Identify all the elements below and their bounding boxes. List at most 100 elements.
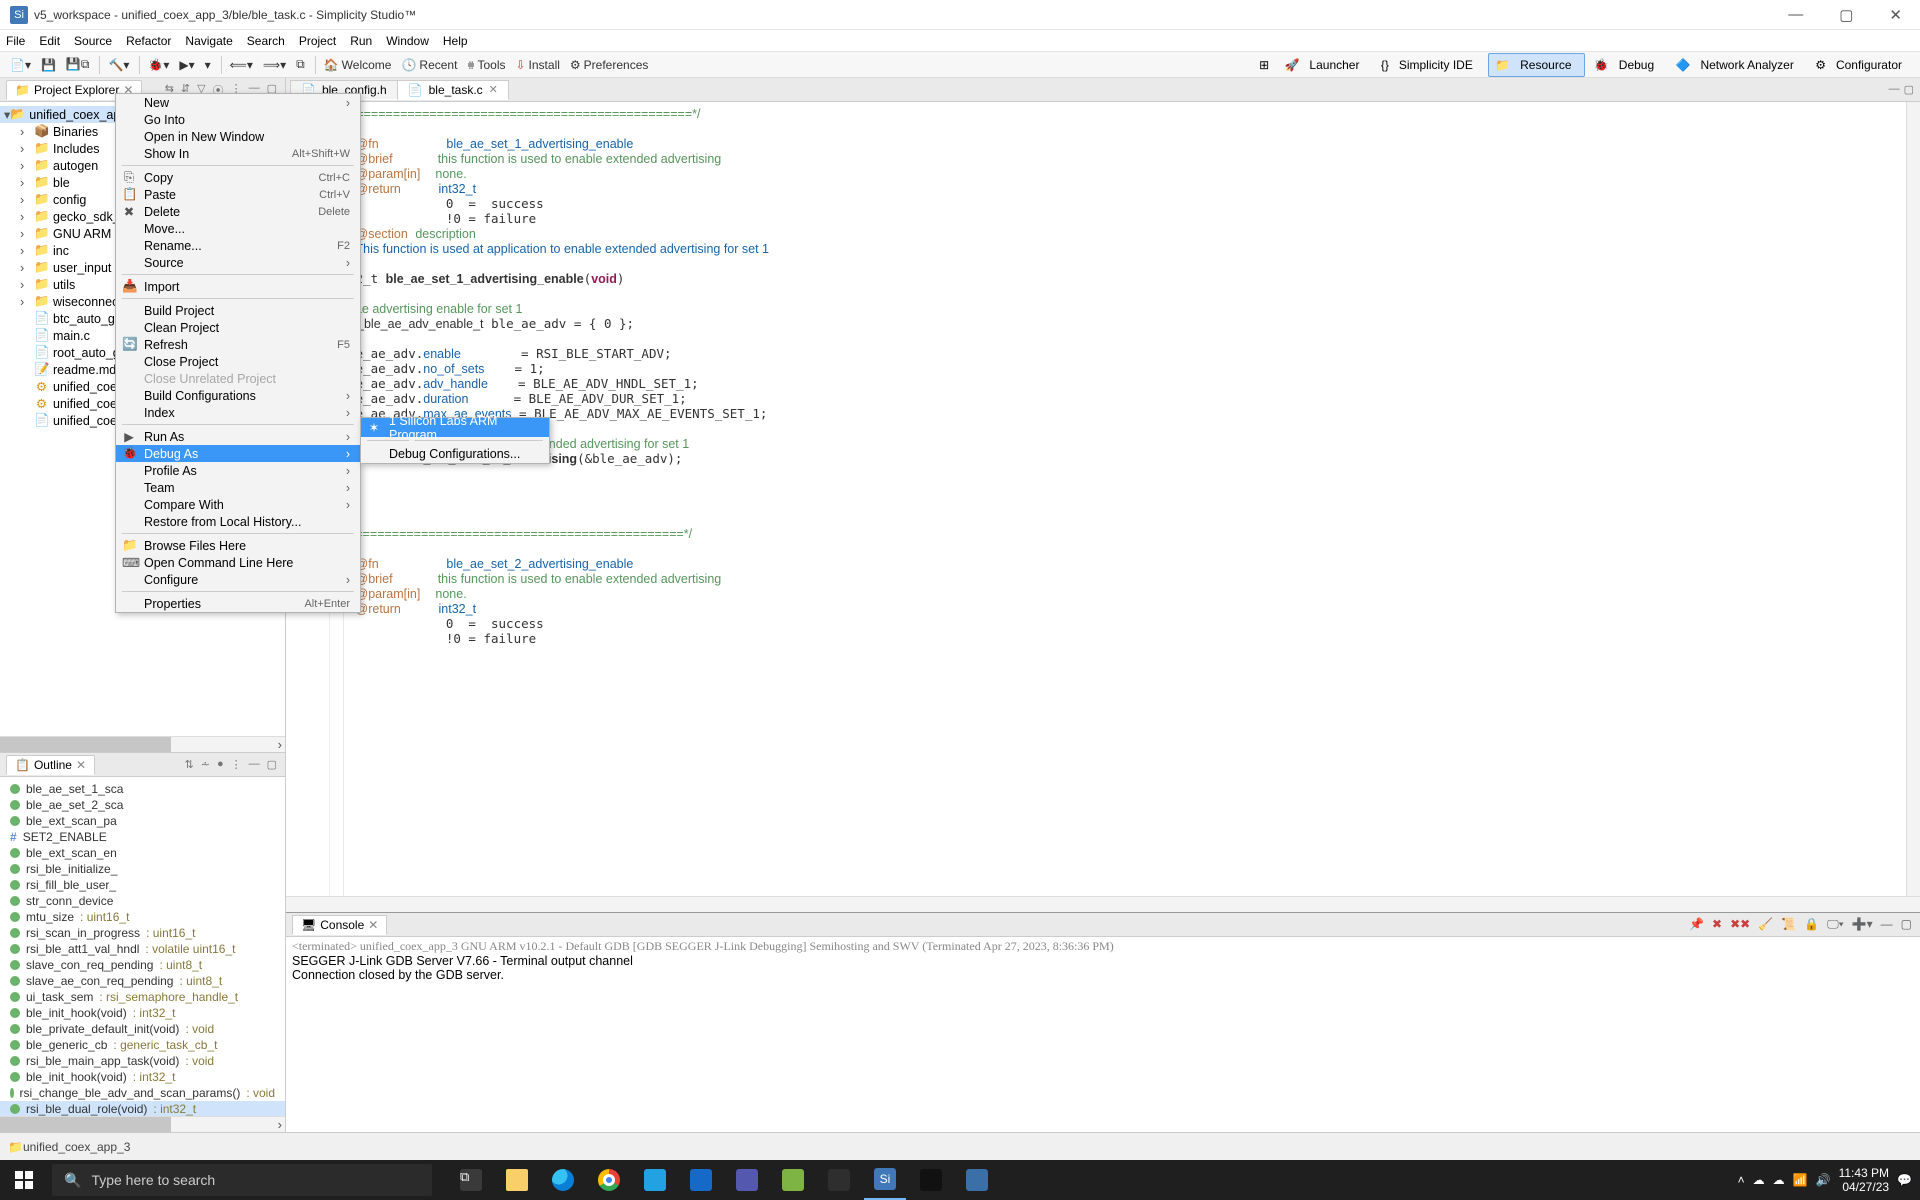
tray-chevron-icon[interactable]: ˄ — [1738, 1173, 1745, 1187]
menu-navigate[interactable]: Navigate — [185, 34, 232, 48]
outline-item[interactable]: #SET2_ENABLE — [0, 829, 285, 845]
ctx-properties[interactable]: PropertiesAlt+Enter — [116, 595, 360, 612]
tb-prefs[interactable]: ⚙Preferences — [566, 56, 652, 74]
outline-hide-icon[interactable]: ● — [215, 758, 226, 771]
tb-new[interactable]: 📄▾ — [6, 56, 35, 74]
menu-help[interactable]: Help — [443, 34, 468, 48]
tb-tools[interactable]: ⩷Tools — [463, 55, 509, 74]
outline-hscroll[interactable]: › — [0, 1116, 285, 1132]
tb-build[interactable]: 🔨▾ — [104, 56, 133, 74]
taskbar-app4[interactable] — [956, 1160, 998, 1200]
minimap-bar[interactable] — [1906, 102, 1920, 896]
ctx-compare-with[interactable]: Compare With› — [116, 496, 360, 513]
taskbar-app2[interactable] — [818, 1160, 860, 1200]
tb-back[interactable]: ⟸▾ — [226, 56, 257, 74]
persp-debug[interactable]: 🐞Debug — [1588, 54, 1666, 76]
taskbar-explorer[interactable] — [496, 1160, 538, 1200]
start-button[interactable] — [0, 1160, 48, 1200]
tab-ble-task[interactable]: 📄 ble_task.c ✕ — [397, 80, 509, 100]
persp-launcher[interactable]: 🚀Launcher — [1278, 54, 1371, 76]
outline-item[interactable]: slave_ae_con_req_pending: uint8_t — [0, 973, 285, 989]
outline-item[interactable]: ble_ext_scan_pa — [0, 813, 285, 829]
con-clear-icon[interactable]: 🧹 — [1756, 917, 1775, 932]
outline-item[interactable]: rsi_ble_att1_val_hndl: volatile uint16_t — [0, 941, 285, 957]
outline-menu-icon[interactable]: ⋮ — [229, 758, 244, 771]
outline-sort-icon[interactable]: ⇅ — [183, 758, 196, 771]
persp-open[interactable]: ⊞ — [1253, 56, 1275, 74]
taskbar-edge[interactable] — [542, 1160, 584, 1200]
taskbar-simplicity[interactable]: Si — [864, 1160, 906, 1200]
maximize-button[interactable]: ▢ — [1831, 6, 1861, 24]
ctx-clean-project[interactable]: Clean Project — [116, 319, 360, 336]
ctx-move-[interactable]: Move... — [116, 220, 360, 237]
taskbar-app3[interactable] — [910, 1160, 952, 1200]
persp-resource[interactable]: 📁Resource — [1488, 53, 1584, 77]
tb-debug[interactable]: 🐞▾ — [144, 56, 173, 74]
ctx-copy[interactable]: ⎘CopyCtrl+C — [116, 169, 360, 186]
close-tab-icon[interactable]: ✕ — [489, 83, 498, 96]
tray-volume-icon[interactable]: 🔊 — [1816, 1173, 1831, 1187]
outline-item[interactable]: rsi_ble_dual_role(void): int32_t — [0, 1101, 285, 1116]
tray-notifications-icon[interactable]: 💬 — [1897, 1173, 1912, 1187]
outline-item[interactable]: ui_task_sem: rsi_semaphore_handle_t — [0, 989, 285, 1005]
project-tree-hscroll[interactable]: › — [0, 736, 285, 752]
tray-weather-icon[interactable]: ☁ — [1753, 1173, 1765, 1187]
ctx-build-project[interactable]: Build Project — [116, 302, 360, 319]
taskbar-taskview[interactable]: ⧉ — [450, 1160, 492, 1200]
ctx-delete[interactable]: ✖DeleteDelete — [116, 203, 360, 220]
menu-search[interactable]: Search — [247, 34, 285, 48]
con-pin-icon[interactable]: 📌 — [1687, 917, 1706, 932]
code-hscroll[interactable] — [286, 896, 1920, 912]
menu-source[interactable]: Source — [74, 34, 112, 48]
ctx-run-as[interactable]: ▶Run As› — [116, 428, 360, 445]
tray-clock[interactable]: 11:43 PM 04/27/23 — [1839, 1166, 1889, 1194]
outline-item[interactable]: rsi_change_ble_adv_and_scan_params(): vo… — [0, 1085, 285, 1101]
code-editor[interactable]: 734769 /*===============================… — [286, 102, 1920, 896]
con-lock-icon[interactable]: 🔒 — [1802, 917, 1821, 932]
ctx-open-in-new-window[interactable]: Open in New Window — [116, 128, 360, 145]
tb-profile[interactable]: ▾ — [201, 56, 215, 74]
ctx-profile-as[interactable]: Profile As› — [116, 462, 360, 479]
tray-wifi-icon[interactable]: 📶 — [1793, 1173, 1808, 1187]
tb-welcome[interactable]: 🏠Welcome — [320, 56, 396, 74]
ctx-open-command-line-here[interactable]: ⌨Open Command Line Here — [116, 554, 360, 571]
minimize-button[interactable]: — — [1780, 6, 1811, 24]
ctx-import[interactable]: 📥Import — [116, 278, 360, 295]
outline-filter-icon[interactable]: ⩪ — [199, 758, 212, 771]
taskbar-search[interactable]: 🔍 Type here to search — [52, 1164, 432, 1196]
ctx-build-configurations[interactable]: Build Configurations› — [116, 387, 360, 404]
tb-open-pers[interactable]: ⧉ — [292, 55, 309, 74]
ed-max-icon[interactable]: ▢ — [1904, 83, 1914, 96]
con-remove-icon[interactable]: ✖ — [1710, 917, 1724, 932]
taskbar-app1[interactable] — [772, 1160, 814, 1200]
ctx-source[interactable]: Source› — [116, 254, 360, 271]
outline-item[interactable]: rsi_scan_in_progress: uint16_t — [0, 925, 285, 941]
ctx-close-project[interactable]: Close Project — [116, 353, 360, 370]
console-body[interactable]: <terminated> unified_coex_app_3 GNU ARM … — [286, 937, 1920, 1132]
taskbar-outlook[interactable] — [680, 1160, 722, 1200]
con-max-icon[interactable]: ▢ — [1899, 917, 1914, 932]
outline-min-icon[interactable]: — — [247, 758, 262, 771]
console-tab[interactable]: 🖥 Console ✕ — [292, 915, 387, 935]
persp-simplicity[interactable]: {}Simplicity IDE — [1375, 54, 1485, 76]
ctx-rename-[interactable]: Rename...F2 — [116, 237, 360, 254]
con-min-icon[interactable]: — — [1879, 917, 1895, 932]
ctx-debug-as[interactable]: 🐞Debug As› — [116, 445, 360, 462]
ctx-browse-files-here[interactable]: 📁Browse Files Here — [116, 537, 360, 554]
outline-item[interactable]: ble_ae_set_2_sca — [0, 797, 285, 813]
menu-window[interactable]: Window — [386, 34, 429, 48]
outline-tree[interactable]: ble_ae_set_1_scable_ae_set_2_scable_ext_… — [0, 777, 285, 1116]
menu-run[interactable]: Run — [350, 34, 372, 48]
con-open-icon[interactable]: ➕▾ — [1850, 917, 1875, 932]
outline-item[interactable]: ble_private_default_init(void): void — [0, 1021, 285, 1037]
con-scroll-icon[interactable]: 📜 — [1779, 917, 1798, 932]
outline-item[interactable]: mtu_size: uint16_t — [0, 909, 285, 925]
outline-item[interactable]: rsi_ble_initialize_ — [0, 861, 285, 877]
persp-network[interactable]: 🔷Network Analyzer — [1670, 54, 1806, 76]
con-display-icon[interactable]: 🖵▾ — [1825, 917, 1846, 932]
ctx-restore-from-local-history-[interactable]: Restore from Local History... — [116, 513, 360, 530]
outline-item[interactable]: ble_init_hook(void): int32_t — [0, 1005, 285, 1021]
taskbar-vscode[interactable] — [634, 1160, 676, 1200]
context-menu[interactable]: New›Go IntoOpen in New WindowShow InAlt+… — [115, 93, 361, 613]
outline-item[interactable]: ble_init_hook(void): int32_t — [0, 1069, 285, 1085]
